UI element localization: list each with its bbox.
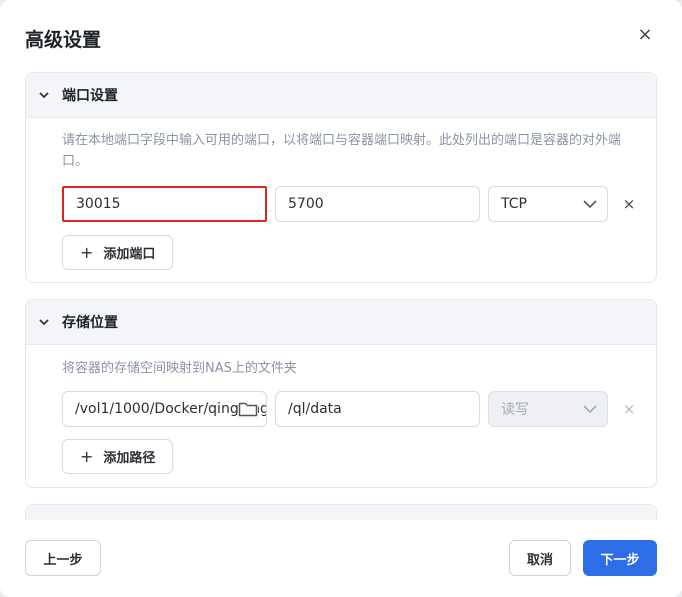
add-path-label: 添加路径 xyxy=(103,451,156,466)
chevron-down-icon xyxy=(39,92,49,99)
protocol-select-value: TCP xyxy=(501,196,527,212)
port-section-title: 端口设置 xyxy=(62,88,118,104)
port-section-description: 请在本地端口字段中输入可用的端口，以将端口与容器端口映射。此处列出的端口是容器的… xyxy=(62,133,622,169)
permission-select: 读写 xyxy=(488,391,608,427)
protocol-select[interactable]: TCP xyxy=(488,186,608,222)
container-port-input[interactable]: 5700 xyxy=(275,186,480,222)
plus-icon: + xyxy=(80,447,94,466)
next-section-header xyxy=(26,505,656,520)
storage-section-header[interactable]: 存储位置 xyxy=(26,300,656,345)
dialog-footer xyxy=(0,520,682,597)
host-path-input[interactable]: /vol1/1000/Docker/qinglong xyxy=(62,391,267,427)
plus-icon: + xyxy=(80,243,94,262)
add-port-button[interactable]: + 添加端口 xyxy=(62,235,174,270)
remove-path-icon: × xyxy=(622,400,636,418)
storage-section-description: 将容器的存储空间映射到NAS上的文件夹 xyxy=(62,361,297,376)
local-port-input[interactable]: 30015 xyxy=(62,186,267,222)
chevron-down-icon xyxy=(583,200,597,209)
chevron-down-icon xyxy=(39,319,49,326)
close-icon[interactable]: × xyxy=(634,24,656,46)
storage-section-title: 存储位置 xyxy=(62,315,118,331)
dialog-title: 高级设置 xyxy=(25,29,102,51)
cancel-button[interactable]: 取消 xyxy=(509,540,571,576)
storage-location-section: 存储位置 将容器的存储空间映射到NAS上的文件夹 /vol1/1000/Dock… xyxy=(25,299,657,488)
port-settings-section: 端口设置 请在本地端口字段中输入可用的端口，以将端口与容器端口映射。此处列出的端… xyxy=(25,72,657,283)
remove-port-icon[interactable]: × xyxy=(621,196,637,212)
add-path-button[interactable]: + 添加路径 xyxy=(62,439,174,474)
container-path-input[interactable]: /ql/data xyxy=(275,391,480,427)
chevron-down-icon xyxy=(583,405,597,414)
folder-icon[interactable] xyxy=(238,401,258,417)
previous-step-button[interactable]: 上一步 xyxy=(25,540,101,576)
permission-select-value: 读写 xyxy=(501,402,529,418)
add-port-label: 添加端口 xyxy=(103,247,156,262)
port-section-header[interactable]: 端口设置 xyxy=(26,73,656,118)
advanced-settings-dialog: 高级设置 × 端口设置 请在本地端口字段中输入可用的端口，以将端口与容器端口映射… xyxy=(0,0,682,597)
next-step-button[interactable]: 下一步 xyxy=(583,540,657,576)
